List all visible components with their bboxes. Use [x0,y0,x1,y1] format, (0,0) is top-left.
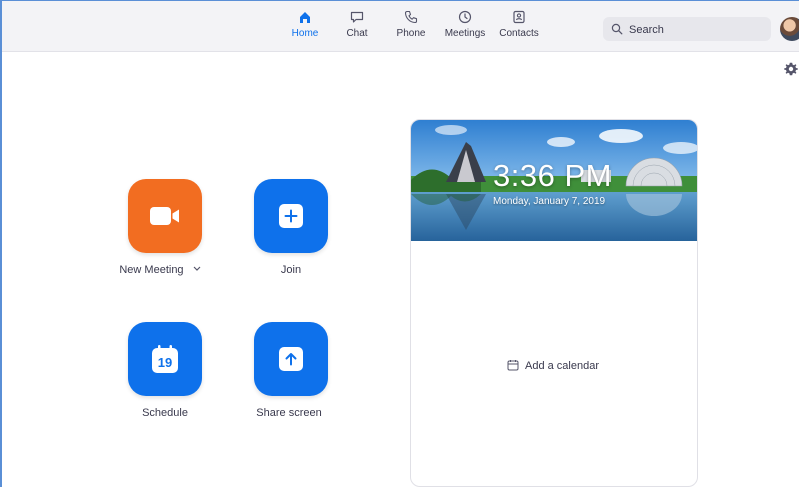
new-meeting-label: New Meeting [119,264,184,276]
join-label: Join [280,264,302,276]
contact-card-icon [513,10,525,24]
avatar[interactable] [780,17,799,41]
share-screen-button[interactable] [254,322,328,396]
calendar-card: 3:36 PM Monday, January 7, 2019 Add a ca… [410,119,698,487]
add-calendar-link[interactable]: Add a calendar [507,359,599,372]
clock-time: 3:36 PM [493,158,612,193]
tab-phone[interactable]: Phone [394,9,428,39]
tab-label: Contacts [499,28,539,39]
tab-label: Home [291,28,319,39]
clock-icon [458,10,472,24]
tab-label: Meetings [444,28,486,39]
home-icon [300,12,310,23]
schedule-button[interactable]: 19 [128,322,202,396]
tab-label: Phone [396,28,426,39]
join-button[interactable] [254,179,328,253]
phone-icon [404,10,418,24]
plus-icon [279,204,303,228]
tab-home[interactable]: Home [289,9,321,39]
new-meeting-button[interactable] [128,179,202,253]
schedule-label: Schedule [142,407,188,419]
clock-date: Monday, January 7, 2019 [493,196,606,207]
calendar-icon: 19 [152,345,178,373]
tab-label: Chat [346,28,368,39]
chevron-down-icon[interactable] [193,266,201,272]
search-input[interactable] [627,20,767,40]
calendar-add-icon [507,360,519,371]
new-meeting-label-row[interactable]: New Meeting [100,264,220,276]
lake-scene-header-image: 3:36 PM Monday, January 7, 2019 [411,120,697,241]
tab-chat[interactable]: Chat [341,9,373,39]
gear-icon[interactable] [783,61,799,77]
upload-arrow-icon [279,347,303,371]
add-calendar-label: Add a calendar [525,360,599,372]
search-icon [611,23,623,35]
share-screen-label: Share screen [256,407,322,419]
search-box[interactable] [603,17,771,41]
top-navigation-bar: Home Chat Phone Meetings Contacts [2,1,799,52]
video-camera-icon [150,207,179,225]
chat-icon [350,11,364,23]
tab-contacts[interactable]: Contacts [497,9,541,39]
calendar-day-number: 19 [158,355,172,370]
tab-meetings[interactable]: Meetings [442,9,488,39]
